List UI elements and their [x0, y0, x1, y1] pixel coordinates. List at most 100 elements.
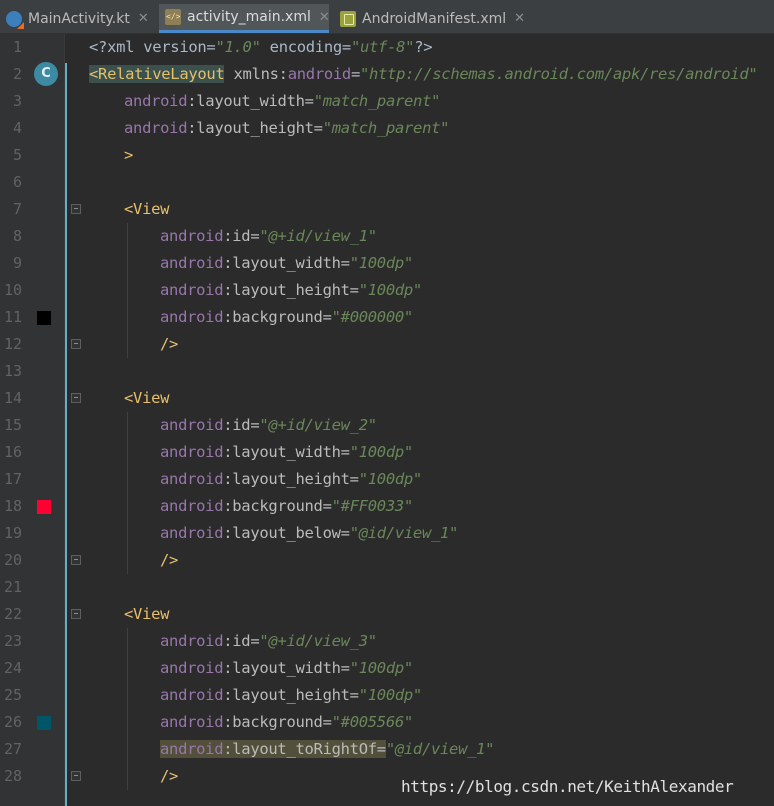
equals-sign: = [350, 65, 360, 83]
tab-activity-main-xml[interactable]: activity_main.xml ✕ [159, 4, 330, 33]
self-close-tag: /> [160, 767, 179, 785]
close-icon[interactable]: ✕ [319, 10, 330, 25]
line-number: 8 [12, 227, 22, 245]
code-line-27[interactable]: android:layout_toRightOf="@id/view_1" [160, 736, 495, 763]
code-line-28[interactable]: /> [160, 763, 178, 790]
code-line-18[interactable]: android:background="#FF0033" [160, 493, 413, 520]
view-open-tag: <View [124, 200, 170, 218]
attribute-value: "@+id/view_1" [259, 227, 377, 245]
attribute-name: :layout_width= [187, 92, 314, 110]
attribute-name: :layout_below= [223, 524, 350, 542]
line-number: 12 [3, 335, 22, 353]
fold-collapse-icon[interactable] [71, 555, 81, 565]
close-icon[interactable]: ✕ [138, 11, 149, 26]
fold-collapse-icon[interactable] [71, 204, 81, 214]
line-number: 5 [12, 146, 22, 164]
code-line-4[interactable]: android:layout_height="match_parent" [124, 115, 449, 142]
watermark-url: https://blog.csdn.net/KeithAlexander [401, 777, 734, 796]
code-line-19[interactable]: android:layout_below="@id/view_1" [160, 520, 458, 547]
tab-label: MainActivity.kt [28, 10, 130, 27]
code-line-16[interactable]: android:layout_width="100dp" [160, 439, 413, 466]
line-number: 11 [3, 308, 22, 326]
attribute-name: :layout_width= [223, 443, 350, 461]
indent-guide [127, 223, 128, 358]
code-line-22[interactable]: <View [124, 601, 169, 628]
code-line-20[interactable]: /> [160, 547, 178, 574]
code-line-3[interactable]: android:layout_width="match_parent" [124, 88, 440, 115]
line-number: 1 [12, 38, 22, 56]
code-line-12[interactable]: /> [160, 331, 178, 358]
attribute-value: "match_parent" [313, 92, 441, 110]
xml-prolog-close: ?> [414, 38, 433, 56]
namespace-prefix: android [160, 686, 224, 704]
line-number: 21 [3, 578, 22, 596]
namespace-prefix: android [124, 119, 188, 137]
code-line-1[interactable]: <?xml version="1.0" encoding="utf-8"?> [89, 34, 433, 61]
namespace-prefix: android [160, 524, 224, 542]
attribute-value: "100dp" [349, 254, 414, 272]
attribute-name: :background= [223, 308, 332, 326]
namespace-prefix: android [160, 308, 224, 326]
fold-collapse-icon[interactable] [71, 393, 81, 403]
code-line-8[interactable]: android:id="@+id/view_1" [160, 223, 377, 250]
line-number: 16 [3, 443, 22, 461]
code-line-10[interactable]: android:layout_height="100dp" [160, 277, 422, 304]
color-swatch-black-icon[interactable] [37, 311, 51, 325]
attribute-name: :layout_width= [223, 659, 350, 677]
code-line-24[interactable]: android:layout_width="100dp" [160, 655, 413, 682]
attribute-name: :layout_width= [223, 254, 350, 272]
code-line-23[interactable]: android:id="@+id/view_3" [160, 628, 377, 655]
color-swatch-red-icon[interactable] [37, 500, 51, 514]
tab-label: activity_main.xml [187, 9, 311, 25]
attribute-name: :background= [223, 713, 332, 731]
tab-mainactivity-kt[interactable]: MainActivity.kt ✕ [0, 4, 156, 33]
view-open-tag: <View [124, 605, 170, 623]
xml-encoding-value: "utf-8" [350, 38, 415, 56]
namespace-prefix: android [160, 281, 224, 299]
attribute-name: :layout_height= [187, 119, 323, 137]
tab-androidmanifest-xml[interactable]: AndroidManifest.xml ✕ [334, 4, 526, 33]
attribute-name: :id= [223, 227, 260, 245]
attribute-value: "@+id/view_2" [259, 416, 377, 434]
line-number: 27 [3, 740, 22, 758]
line-number: 23 [3, 632, 22, 650]
kotlin-file-icon [6, 10, 24, 29]
code-line-26[interactable]: android:background="#005566" [160, 709, 413, 736]
namespace-prefix: android [160, 659, 224, 677]
code-line-5[interactable]: > [124, 142, 133, 169]
attribute-value: "100dp" [358, 281, 423, 299]
line-number: 20 [3, 551, 22, 569]
fold-collapse-icon[interactable] [71, 609, 81, 619]
code-line-15[interactable]: android:id="@+id/view_2" [160, 412, 377, 439]
code-line-17[interactable]: android:layout_height="100dp" [160, 466, 422, 493]
color-swatch-teal-icon[interactable] [37, 716, 51, 730]
attribute-value: "@+id/view_3" [259, 632, 377, 650]
line-number: 7 [12, 200, 22, 218]
attribute-name: :layout_height= [223, 281, 359, 299]
namespace-prefix: android [160, 632, 224, 650]
namespace-prefix: android [160, 443, 224, 461]
attribute-value: "100dp" [358, 686, 423, 704]
code-line-11[interactable]: android:background="#000000" [160, 304, 413, 331]
fold-collapse-icon[interactable] [71, 339, 81, 349]
line-number: 22 [3, 605, 22, 623]
self-close-tag: /> [160, 335, 179, 353]
attribute-value: "100dp" [358, 470, 423, 488]
code-line-9[interactable]: android:layout_width="100dp" [160, 250, 413, 277]
namespace-prefix: android [160, 740, 224, 758]
class-gutter-icon[interactable]: C [34, 62, 58, 86]
line-number: 25 [3, 686, 22, 704]
code-line-25[interactable]: android:layout_height="100dp" [160, 682, 422, 709]
namespace-prefix: android [160, 713, 224, 731]
namespace-prefix: android [160, 227, 224, 245]
namespace-prefix: android [160, 470, 224, 488]
namespace-prefix: android [124, 92, 188, 110]
code-line-14[interactable]: <View [124, 385, 169, 412]
code-line-7[interactable]: <View [124, 196, 169, 223]
code-editor[interactable]: 1 2 3 4 5 6 7 8 9 10 11 12 13 14 15 16 1… [0, 34, 774, 806]
fold-collapse-icon[interactable] [71, 771, 81, 781]
code-line-2[interactable]: <RelativeLayout xmlns:android="http://sc… [89, 61, 758, 88]
close-icon[interactable]: ✕ [514, 11, 525, 26]
attribute-name: :id= [223, 632, 260, 650]
self-close-tag: /> [160, 551, 179, 569]
